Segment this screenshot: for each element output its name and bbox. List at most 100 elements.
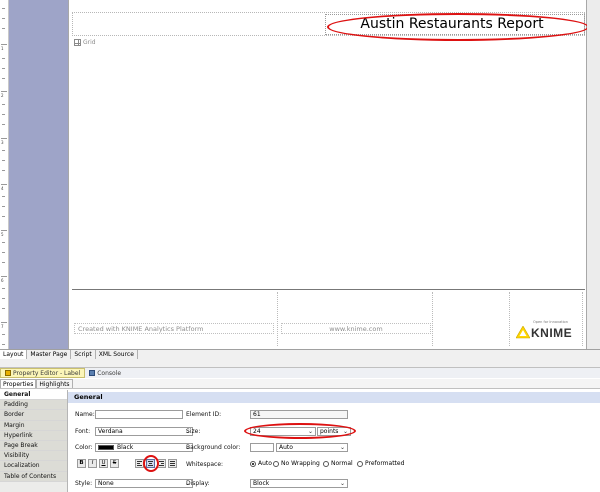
page-footer[interactable]: Created with KNIME Analytics Platform ww… — [72, 289, 585, 347]
color-select[interactable]: Black ⌄ — [95, 443, 193, 452]
ruler-mark: 4 — [1, 186, 4, 191]
whitespace-option: Auto — [258, 460, 272, 467]
console-icon — [89, 370, 96, 376]
bold-button[interactable]: B — [77, 459, 86, 468]
tab-xml-source[interactable]: XML Source — [96, 350, 138, 359]
italic-button[interactable]: I — [88, 459, 97, 468]
tab-console[interactable]: Console — [85, 370, 125, 377]
color-value: Black — [117, 444, 134, 451]
category-padding[interactable]: Padding — [0, 400, 67, 411]
title-annotation-ellipse — [327, 13, 589, 41]
ruler-mark: 3 — [1, 140, 4, 145]
category-visibility[interactable]: Visibility — [0, 451, 67, 462]
background-color-swatch[interactable] — [250, 443, 274, 452]
title-grid-row[interactable]: Austin Restaurants Report — [72, 12, 589, 41]
style-value: None — [98, 480, 114, 487]
ruler-mark: 5 — [1, 232, 4, 237]
align-annotation-ellipse — [143, 455, 159, 472]
ruler-mark: 6 — [1, 278, 4, 283]
tab-script[interactable]: Script — [71, 350, 96, 359]
page-margin — [9, 0, 68, 349]
knime-triangle-icon — [516, 326, 530, 339]
font-value: Verdana — [98, 428, 123, 435]
vertical-ruler: 1 2 3 4 5 6 7 — [0, 0, 9, 349]
background-color-select[interactable]: Auto ⌄ — [276, 443, 348, 452]
footer-cell[interactable] — [434, 292, 510, 346]
whitespace-label: Whitespace: — [186, 461, 224, 468]
tab-highlights[interactable]: Highlights — [36, 379, 73, 388]
whitespace-nowrap-radio[interactable]: No Wrapping — [273, 460, 320, 467]
tab-layout[interactable]: Layout — [0, 350, 28, 359]
element-id-label: Element ID: — [186, 411, 222, 418]
console-title: Console — [97, 369, 122, 377]
general-properties: General Name: Element ID: 61 Font: Verda… — [68, 390, 600, 492]
property-editor-title: Property Editor - Label — [13, 369, 81, 377]
panel-header: Property Editor - Label Console — [0, 367, 600, 378]
tab-bar-fill — [0, 359, 600, 367]
display-select[interactable]: Block ⌄ — [250, 479, 348, 488]
size-annotation-ellipse — [244, 423, 356, 439]
radio-icon — [357, 460, 363, 467]
font-select[interactable]: Verdana ⌄ — [95, 427, 193, 436]
color-label: Color: — [75, 444, 93, 451]
name-input[interactable] — [95, 410, 183, 419]
color-swatch — [98, 445, 114, 450]
properties-tabs: Properties Highlights — [0, 379, 600, 389]
whitespace-normal-radio[interactable]: Normal — [323, 460, 353, 467]
category-border[interactable]: Border — [0, 410, 67, 421]
tab-master-page[interactable]: Master Page — [27, 350, 72, 359]
justify-icon — [169, 461, 176, 466]
category-page-break[interactable]: Page Break — [0, 440, 67, 452]
category-list: General Padding Border Margin Hyperlink … — [0, 390, 68, 492]
ruler-mark: 7 — [1, 324, 4, 329]
knime-logo[interactable]: Open for Innovation KNIME — [515, 316, 581, 342]
radio-icon — [323, 460, 329, 467]
category-localization[interactable]: Localization — [0, 461, 67, 472]
justify-button[interactable] — [168, 459, 177, 468]
whitespace-option: Preformatted — [365, 460, 405, 467]
style-select[interactable]: None ⌄ — [95, 479, 193, 488]
canvas-gutter — [587, 0, 600, 349]
name-label: Name: — [75, 411, 95, 418]
footer-url-label[interactable]: www.knime.com — [281, 323, 431, 334]
footer-cell[interactable] — [279, 292, 433, 346]
strikethrough-button[interactable]: S — [110, 459, 119, 468]
background-color-label: Background color: — [186, 444, 241, 451]
category-hyperlink[interactable]: Hyperlink — [0, 430, 67, 441]
whitespace-preformatted-radio[interactable]: Preformatted — [357, 460, 404, 467]
chevron-down-icon: ⌄ — [339, 444, 345, 451]
size-label: Size: — [186, 428, 201, 435]
radio-selected-icon — [250, 460, 256, 467]
section-title: General — [68, 392, 600, 403]
whitespace-option: No Wrapping — [281, 460, 320, 467]
grid-icon — [74, 39, 81, 46]
footer-created-label[interactable]: Created with KNIME Analytics Platform — [74, 323, 274, 334]
editor-view-tabs: Layout Master Page Script XML Source — [0, 349, 600, 359]
tab-properties[interactable]: Properties — [0, 379, 37, 388]
font-label: Font: — [75, 428, 91, 435]
category-general[interactable]: General — [0, 390, 67, 401]
footer-cell[interactable] — [72, 292, 278, 346]
report-designer[interactable]: 1 2 3 4 5 6 7 Austin Restaurants Report … — [0, 0, 600, 349]
chevron-down-icon: ⌄ — [339, 480, 345, 487]
style-label: Style: — [75, 480, 93, 487]
element-id-field: 61 — [250, 410, 348, 419]
property-editor-icon — [5, 370, 11, 376]
tab-property-editor[interactable]: Property Editor - Label — [0, 368, 86, 378]
whitespace-auto-radio[interactable]: Auto — [250, 460, 272, 467]
underline-button[interactable]: U — [99, 459, 108, 468]
category-margin[interactable]: Margin — [0, 420, 67, 431]
knime-tagline: Open for Innovation — [533, 320, 568, 324]
radio-icon — [273, 460, 279, 467]
background-color-value: Auto — [279, 444, 293, 451]
whitespace-option: Normal — [331, 460, 353, 467]
knime-wordmark: KNIME — [531, 326, 573, 340]
ruler-mark: 2 — [1, 93, 4, 98]
category-table-of-contents[interactable]: Table of Contents — [0, 471, 67, 482]
report-page[interactable]: Austin Restaurants Report Grid Created w… — [68, 0, 589, 349]
align-left-icon — [136, 461, 143, 466]
display-label: Display: — [186, 480, 210, 487]
grid-tag[interactable]: Grid — [74, 38, 96, 47]
grid-label: Grid — [83, 39, 96, 46]
align-right-icon — [158, 461, 165, 466]
